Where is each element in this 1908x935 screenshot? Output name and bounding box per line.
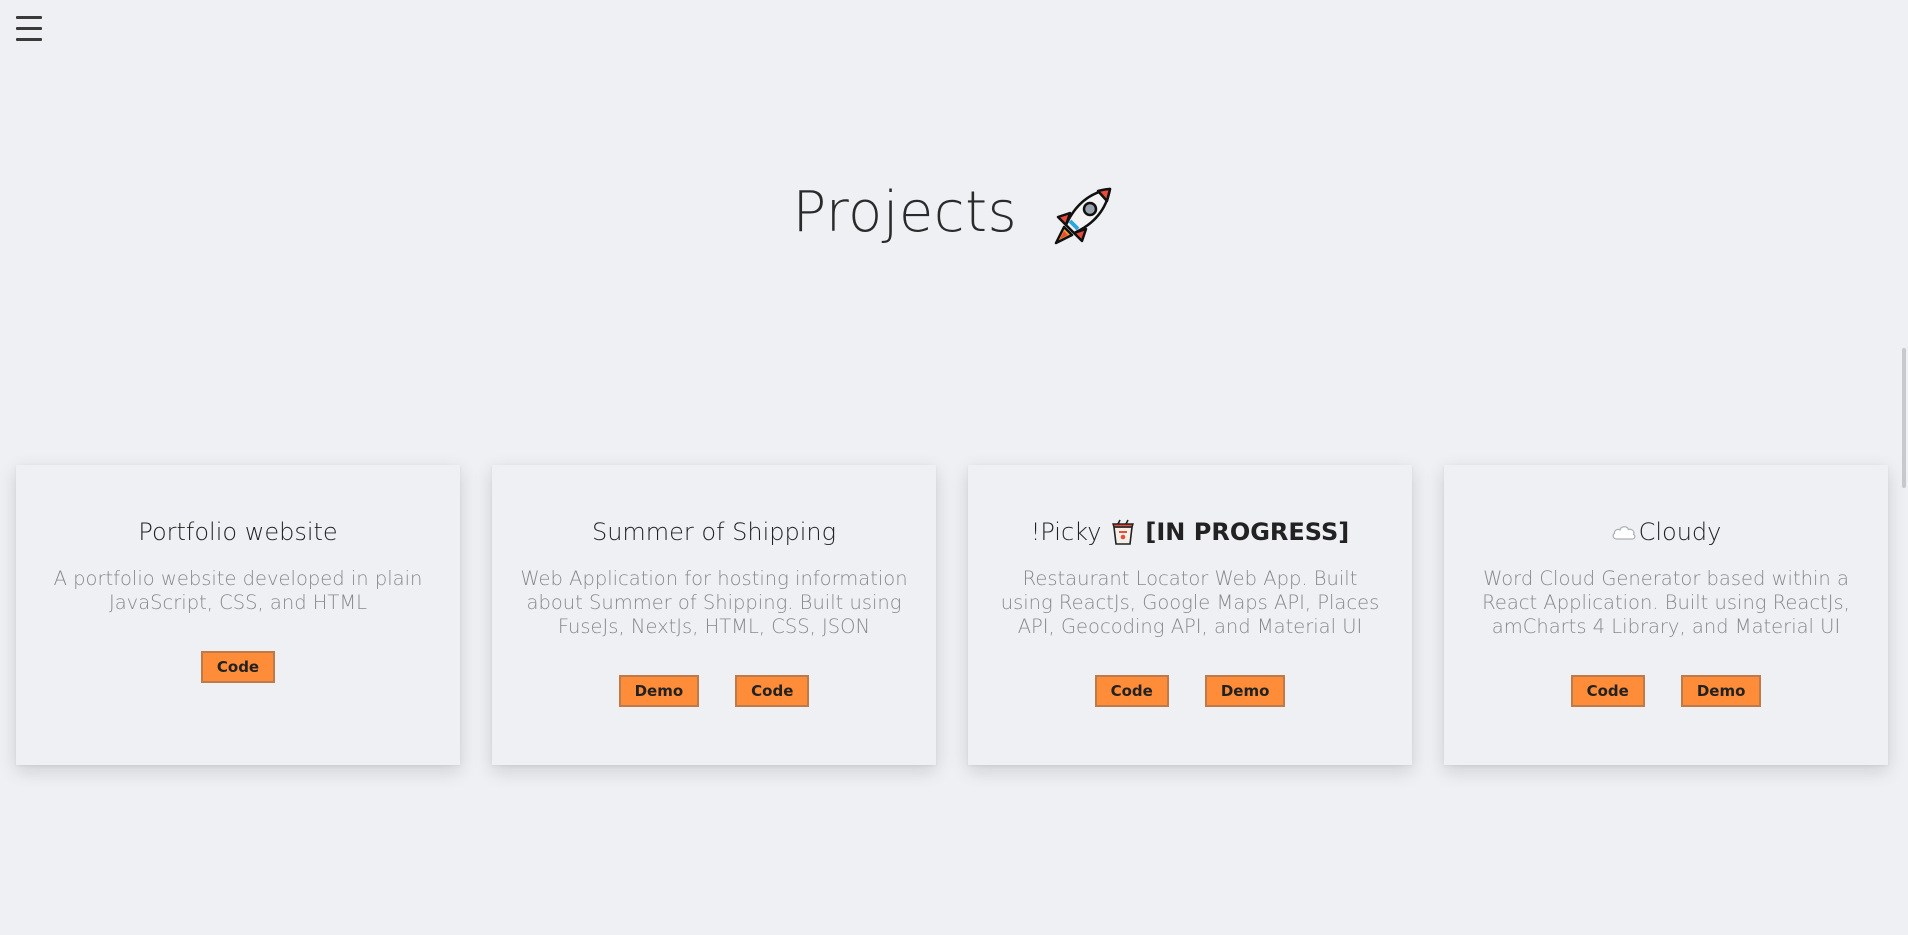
project-title-text: Cloudy [1638,518,1722,546]
page-title: Projects [792,180,1018,245]
code-button[interactable]: Code [735,675,810,707]
code-button[interactable]: Code [200,651,276,683]
project-title-text: Portfolio website [138,518,338,546]
code-button[interactable]: Code [1570,675,1645,707]
project-card: Portfolio website A portfolio website de… [16,465,460,765]
page: Projects Portfolio website A portfolio w… [0,0,1908,935]
project-title-text: !Picky [1030,518,1102,546]
project-actions: Demo Code [492,675,936,707]
project-description: Restaurant Locator Web App. Built using … [1000,567,1380,638]
project-description: A portfolio website developed in plain J… [53,567,423,614]
hamburger-menu-icon[interactable] [14,13,44,45]
menu-bar [16,38,42,41]
project-title-text: Summer of Shipping [591,518,837,546]
demo-button[interactable]: Demo [1204,675,1286,707]
section-header: Projects [0,180,1908,247]
demo-button[interactable]: Demo [1680,675,1762,707]
project-title: Portfolio website [16,515,460,549]
project-title: !Picky [IN PROGRESS] [968,515,1412,549]
project-description: Web Application for hosting information … [520,567,908,638]
project-description: Word Cloud Generator based within a Reac… [1482,567,1850,638]
project-card: Summer of Shipping Web Application for h… [492,465,936,765]
project-actions: Code Demo [968,675,1412,707]
project-status-badge: [IN PROGRESS] [1145,518,1350,546]
cloud-icon [1612,526,1636,540]
project-title: Summer of Shipping [492,515,936,549]
project-actions: Code Demo [1444,675,1888,707]
menu-bar [16,16,42,19]
menu-bar [16,27,42,30]
project-card: Cloudy Word Cloud Generator based within… [1444,465,1888,765]
takeout-box-icon [1112,519,1135,545]
rocket-icon [1054,187,1111,245]
project-actions: Code [16,651,460,683]
project-title: Cloudy [1444,515,1888,549]
project-card: !Picky [IN PROGRESS] Restaurant Locator … [968,465,1412,765]
code-button[interactable]: Code [1094,675,1169,707]
scrollbar-thumb[interactable] [1902,348,1906,488]
demo-button[interactable]: Demo [618,675,700,707]
